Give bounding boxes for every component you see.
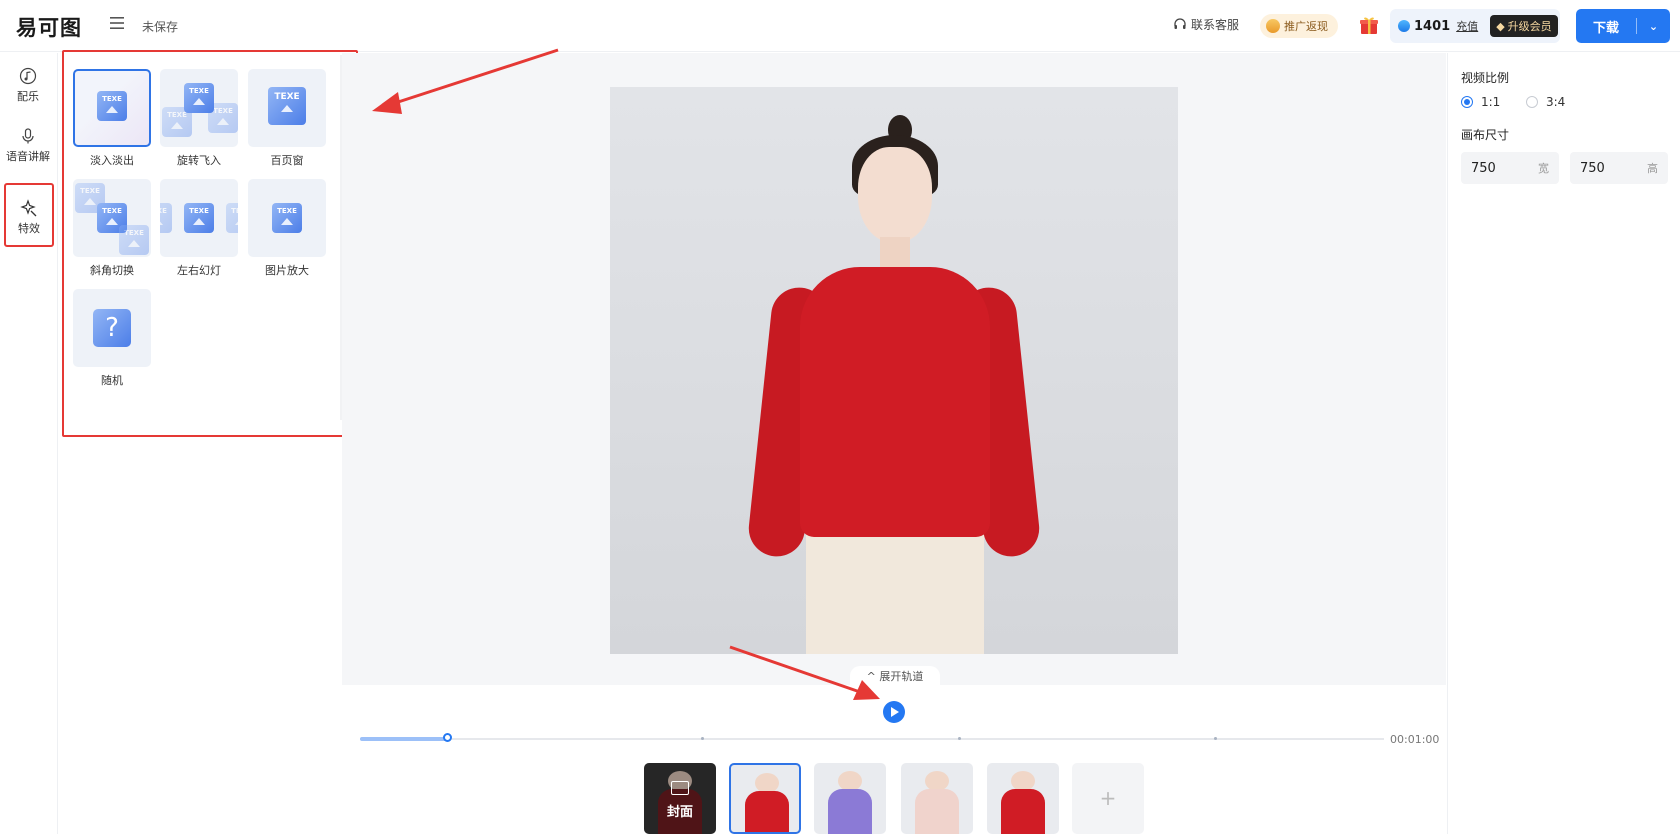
hamburger-menu-icon[interactable] [108,14,126,34]
video-ratio-label: 视频比例 [1461,71,1510,85]
points-count: 1401 [1414,18,1451,34]
save-status: 未保存 [142,20,179,34]
chevron-up-icon: ^ [866,670,876,683]
cover-overlay [644,763,716,834]
timeline-tick [958,737,961,740]
frame-thumbnail[interactable] [729,763,801,834]
support-label: 联系客服 [1191,18,1240,32]
frame-figure [1011,771,1035,791]
rail-item-voiceover[interactable]: 语音讲解 [0,127,56,164]
frame-figure-body [915,789,959,834]
photo-figure-part [806,527,984,654]
expand-track-label: 展开轨道 [879,670,924,683]
account-points-bar: 1401 充值 ◆ 升级会员 [1390,9,1560,43]
timeline-progress [360,737,448,741]
music-note-icon [19,67,37,85]
gift-icon[interactable] [1358,14,1380,36]
canvas-width-input[interactable]: 750 宽 [1461,152,1559,184]
height-unit: 高 [1647,162,1658,175]
timeline-track[interactable] [360,738,1384,740]
timeline-tick [701,737,704,740]
left-tool-rail: 配乐 语音讲解 特效 [0,53,58,834]
sparkle-icon [20,199,37,217]
ratio-option-1-1[interactable]: 1:1 [1461,95,1500,109]
rail-item-label: 配乐 [17,90,39,103]
rail-item-label: 特效 [18,222,40,235]
frame-thumbnail[interactable] [814,763,886,834]
frame-figure-body [1001,789,1045,834]
app-logo[interactable]: 易可图 [16,12,82,42]
download-label: 下载 [1592,20,1619,36]
top-header: 易可图 未保存 联系客服 推广返现 1401 充值 ◆ 升级会员 下载 ⌄ [0,0,1680,52]
rail-item-music[interactable]: 配乐 [0,67,56,104]
radio-dot [1526,96,1538,108]
frame-thumbnail[interactable] [987,763,1059,834]
play-icon[interactable] [883,701,905,723]
timeline-tick [1214,737,1217,740]
rail-item-effects[interactable]: 特效 [4,183,54,247]
download-button[interactable]: 下载 ⌄ [1576,9,1670,43]
points-icon [1398,20,1410,32]
cover-label: 封面 [666,805,693,820]
annotation-highlight-box [62,50,358,437]
image-icon [671,781,689,795]
headset-icon [1174,17,1186,29]
ratio-option-label: 1:1 [1481,95,1501,109]
product-photo-preview[interactable] [610,87,1178,654]
promo-cashback-button[interactable]: 推广返现 [1260,14,1338,38]
ratio-option-label: 3:4 [1546,95,1566,109]
frame-figure [925,771,949,791]
contact-support-link[interactable]: 联系客服 [1173,16,1239,33]
frame-thumbnail[interactable] [901,763,973,834]
promo-label: 推广返现 [1284,20,1328,33]
width-value: 750 [1471,160,1496,176]
frame-figure-body [745,791,789,832]
coin-icon [1266,19,1280,33]
total-duration: 00:01:00 [1390,733,1440,746]
add-frame-button[interactable]: + [1072,763,1144,834]
width-unit: 宽 [1538,162,1549,175]
frame-figure-body [828,789,872,834]
microphone-icon [22,128,34,144]
frame-figure [755,773,779,793]
rail-item-label: 语音讲解 [6,150,50,163]
radio-dot [1461,96,1473,108]
diamond-icon: ◆ [1496,19,1505,33]
canvas-size-label: 画布尺寸 [1461,128,1510,142]
upgrade-vip-button[interactable]: ◆ 升级会员 [1490,15,1558,37]
canvas-height-input[interactable]: 750 高 [1570,152,1668,184]
ratio-option-3-4[interactable]: 3:4 [1526,95,1565,109]
height-value: 750 [1580,160,1605,176]
recharge-link[interactable]: 充值 [1456,18,1478,34]
frame-figure [838,771,862,791]
chevron-down-icon[interactable]: ⌄ [1637,20,1670,33]
timeline-playhead-handle[interactable] [443,733,453,742]
frame-cover[interactable]: 封面 [644,763,716,834]
vip-label: 升级会员 [1507,20,1552,33]
photo-figure-part [800,267,990,537]
photo-figure-part [858,147,932,243]
